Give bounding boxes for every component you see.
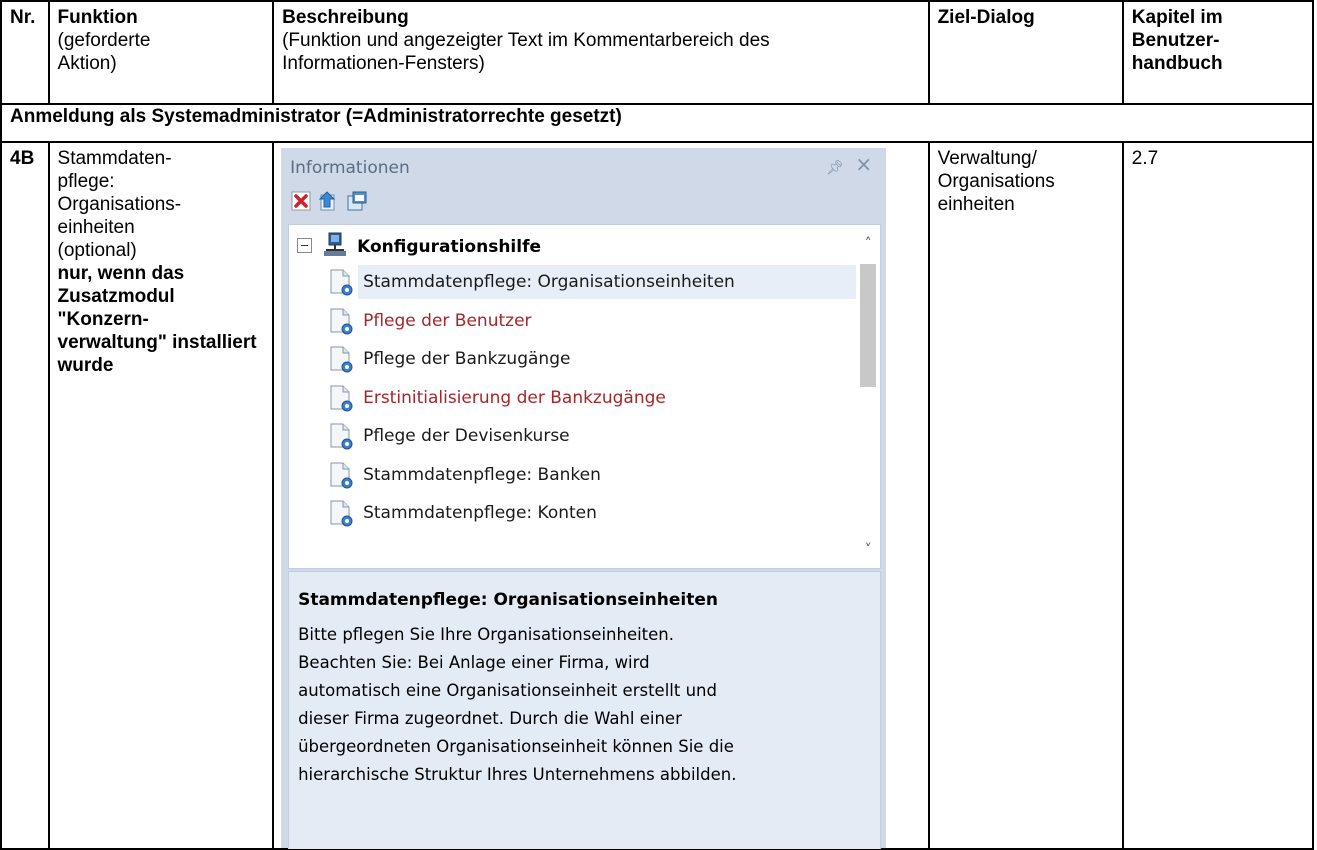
tree-item-label: Erstinitialisierung der Bankzugänge	[363, 387, 666, 408]
tree-item[interactable]: Stammdatenpflege: Banken	[329, 457, 859, 496]
tree-item[interactable]: Pflege der Devisenkurse	[329, 418, 859, 457]
documentation-table: Nr. Funktion (geforderte Aktion) Beschre…	[0, 0, 1315, 850]
header-funktion: Funktion (geforderte Aktion)	[47, 0, 275, 105]
tree-item[interactable]: Erstinitialisierung der Bankzugänge	[329, 380, 859, 419]
section-heading: Anmeldung als Systemadministrator (=Admi…	[0, 103, 1314, 143]
tree-items: Stammdatenpflege: Organisationseinheiten…	[329, 264, 859, 534]
document-gear-icon	[329, 346, 355, 380]
network-icon	[323, 232, 347, 264]
collapse-icon[interactable]	[297, 238, 313, 253]
tree-view: Konfigurationshilfe Stammdatenpflege: Or…	[288, 224, 882, 569]
scrollbar[interactable]: ˄ ˅	[856, 225, 881, 568]
document-gear-icon	[329, 500, 355, 534]
tree-item[interactable]: Pflege der Benutzer	[329, 303, 859, 342]
row-funktion-condition: nur, wenn das Zusatzmodul "Konzern-verwa…	[57, 263, 257, 376]
tree-item-label: Stammdatenpflege: Banken	[363, 464, 601, 485]
panel-title: Informationen	[290, 158, 410, 178]
tree-item[interactable]: Stammdatenpflege: Konten	[329, 495, 859, 534]
header-kapitel: Kapitel im Benutzer-handbuch	[1121, 0, 1315, 105]
table-row: 4B Stammdaten- pflege: Organisations- ei…	[0, 141, 1315, 850]
home-icon[interactable]	[318, 190, 340, 212]
document-gear-icon	[329, 423, 355, 457]
document-gear-icon	[329, 269, 355, 303]
row-kapitel: 2.7	[1121, 141, 1315, 850]
header-funktion-sub: (geforderte Aktion)	[57, 30, 151, 74]
header-beschreibung-title: Beschreibung	[282, 7, 409, 28]
document-gear-icon	[329, 385, 355, 419]
header-funktion-title: Funktion	[57, 7, 138, 28]
document-gear-icon	[329, 462, 355, 496]
pin-icon[interactable]: 📌︎	[826, 157, 844, 180]
tree-item-label: Pflege der Benutzer	[363, 310, 532, 331]
tree-item[interactable]: Stammdatenpflege: Organisationseinheiten	[329, 264, 859, 303]
table-header-row: Nr. Funktion (geforderte Aktion) Beschre…	[0, 0, 1315, 105]
row-beschreibung: Informationen 📌︎ × Konfigurationshilfe S…	[272, 141, 930, 850]
tree-item-label: Pflege der Devisenkurse	[363, 426, 570, 446]
header-nr: Nr.	[0, 0, 50, 105]
row-ziel: Verwaltung/ Organisations einheiten	[927, 141, 1124, 850]
comment-text: Bitte pflegen Sie Ihre Organisationseinh…	[298, 625, 737, 784]
header-beschreibung-sub: (Funktion und angezeigter Text im Kommen…	[282, 30, 770, 74]
tree-item-label: Stammdatenpflege: Konten	[363, 503, 597, 523]
section-row: Anmeldung als Systemadministrator (=Admi…	[0, 103, 1314, 143]
header-beschreibung: Beschreibung (Funktion und angezeigter T…	[272, 0, 930, 105]
delete-icon[interactable]	[290, 190, 312, 212]
tree-item-label: Stammdatenpflege: Organisationseinheiten	[363, 272, 735, 292]
tree-root-label: Konfigurationshilfe	[357, 237, 542, 257]
comment-title: Stammdatenpflege: Organisationseinheiten	[298, 590, 719, 610]
scroll-thumb[interactable]	[860, 264, 877, 387]
document-gear-icon	[329, 308, 355, 342]
tree-item[interactable]: Pflege der Bankzugänge	[329, 341, 859, 380]
comment-area: Stammdatenpflege: Organisationseinheiten…	[288, 571, 882, 849]
row-funktion: Stammdaten- pflege: Organisations- einhe…	[47, 141, 275, 850]
informationen-panel: Informationen 📌︎ × Konfigurationshilfe S…	[281, 148, 887, 849]
scroll-up-icon[interactable]: ˄	[860, 236, 876, 252]
row-nr: 4B	[0, 141, 50, 850]
close-icon[interactable]: ×	[855, 153, 872, 176]
header-ziel: Ziel-Dialog	[927, 0, 1124, 105]
scroll-down-icon[interactable]: ˅	[860, 542, 876, 558]
window-icon[interactable]	[346, 190, 368, 212]
panel-toolbar	[290, 190, 368, 212]
tree-item-label: Pflege der Bankzugänge	[363, 349, 571, 369]
